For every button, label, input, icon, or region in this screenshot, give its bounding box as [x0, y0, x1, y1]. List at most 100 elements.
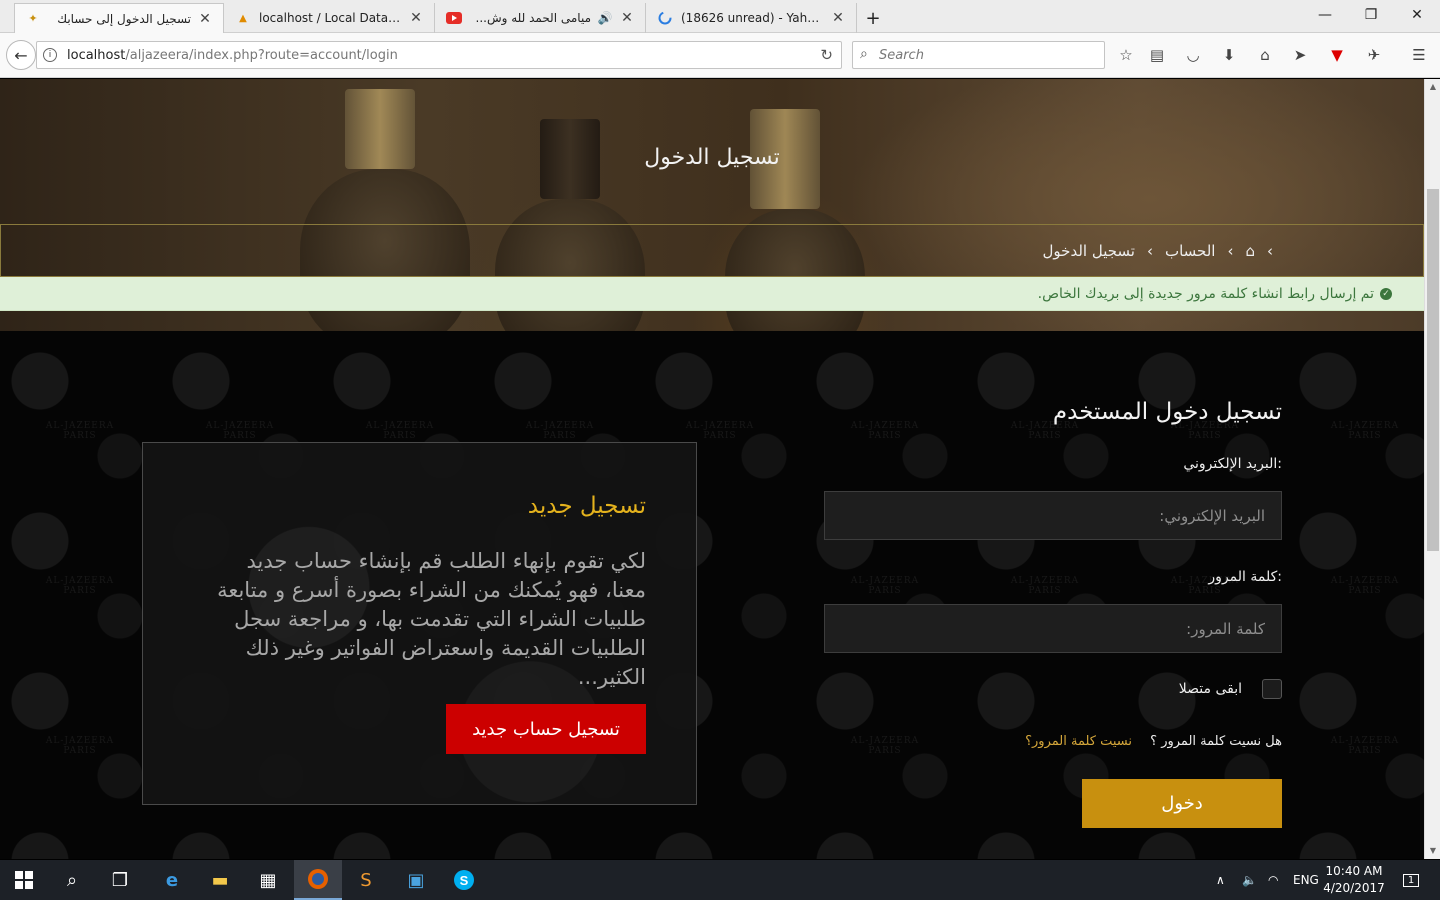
tab-label: localhost / Local Database...: [259, 11, 402, 25]
watermark-logo: AL-JAZEERA PARIS: [45, 576, 115, 596]
menu-icon[interactable]: ☰: [1409, 45, 1429, 65]
home-icon[interactable]: ⌂: [1245, 242, 1255, 260]
reload-icon[interactable]: ↻: [820, 46, 833, 64]
forgot-password-link[interactable]: نسيت كلمة المرور؟: [1025, 734, 1132, 749]
close-icon[interactable]: ✕: [619, 10, 635, 26]
wifi-icon[interactable]: ◠: [1268, 860, 1278, 900]
sublime-icon[interactable]: S: [342, 860, 390, 900]
windows-start-icon[interactable]: [0, 860, 48, 900]
register-button[interactable]: تسجيل حساب جديد: [446, 704, 646, 754]
new-tab-button[interactable]: +: [858, 3, 888, 33]
watermark-logo: AL-JAZEERA PARIS: [1330, 421, 1400, 441]
maximize-button[interactable]: ❐: [1348, 0, 1394, 30]
tab-youtube[interactable]: ميامى الحمد لله وش... 🔊 ✕: [436, 3, 646, 33]
chevron-up-icon[interactable]: ∧: [1216, 860, 1225, 900]
remember-me-label: ابقى متصلا: [1178, 681, 1242, 697]
tab-yahoo[interactable]: (18626 unread) - Yahoo - ... ✕: [647, 3, 857, 33]
page-title: تسجيل الدخول: [644, 145, 780, 170]
close-window-button[interactable]: ✕: [1394, 0, 1440, 30]
watermark-logo: AL-JAZEERA PARIS: [45, 736, 115, 756]
chevron-icon: ‹: [1227, 241, 1234, 260]
info-icon[interactable]: i: [43, 48, 57, 62]
tab-label: ميامى الحمد لله وش...: [475, 11, 592, 25]
tab-label: (18626 unread) - Yahoo - ...: [681, 11, 824, 25]
loading-icon: [657, 10, 673, 26]
watermark-logo: AL-JAZEERA PARIS: [1010, 576, 1080, 596]
register-title: تسجيل جديد: [527, 493, 646, 519]
speaker-icon[interactable]: 🔊: [597, 10, 613, 26]
watermark-logo: AL-JAZEERA PARIS: [525, 421, 595, 441]
task-view-icon[interactable]: ❐: [96, 860, 144, 900]
chevron-icon: ‹: [1267, 241, 1273, 260]
notification-icon[interactable]: 1: [1400, 860, 1422, 900]
alert-text: تم إرسال رابط انشاء كلمة مرور جديدة إلى …: [1037, 285, 1374, 302]
search-icon: ⌕: [860, 46, 868, 62]
app-icon[interactable]: ▣: [392, 860, 440, 900]
watermark-logo: AL-JAZEERA PARIS: [365, 421, 435, 441]
minimize-button[interactable]: —: [1302, 0, 1348, 30]
windows-taskbar: ⌕ ❐ e ▬ ▦ S ▣ S ∧ 🔈 ◠ ENG 10:40 AM 4/20/…: [0, 860, 1440, 900]
success-alert: ✓ تم إرسال رابط انشاء كلمة مرور جديدة إل…: [0, 277, 1424, 311]
close-icon[interactable]: ✕: [408, 10, 424, 26]
store-icon[interactable]: ▦: [244, 860, 292, 900]
password-label: كلمة المرور:: [1208, 569, 1282, 585]
forgot-password-question: هل نسيت كلمة المرور ؟: [1150, 734, 1282, 749]
scroll-up-icon[interactable]: ▲: [1425, 79, 1440, 95]
navigation-toolbar: ← i localhost/aljazeera/index.php?route=…: [0, 33, 1440, 78]
scrollbar-thumb[interactable]: [1427, 189, 1439, 551]
home-icon[interactable]: ⌂: [1255, 45, 1275, 65]
page-scrollbar[interactable]: ▲ ▼: [1424, 79, 1440, 859]
register-description: لكي تقوم بإنهاء الطلب قم بإنشاء حساب جدي…: [217, 549, 646, 689]
watermark-logo: AL-JAZEERA PARIS: [1330, 736, 1400, 756]
notification-count: 1: [1402, 873, 1420, 887]
edge-icon[interactable]: e: [148, 860, 196, 900]
register-panel: تسجيل جديد لكي تقوم بإنهاء الطلب قم بإنش…: [142, 442, 697, 805]
file-explorer-icon[interactable]: ▬: [196, 860, 244, 900]
web-page: تسجيل الدخول ‹ ⌂ ‹ الحساب ‹ تسجيل الدخول…: [0, 79, 1424, 859]
volume-icon[interactable]: 🔈: [1242, 860, 1257, 900]
phpmyadmin-icon: ▲: [239, 12, 247, 24]
watermark-logo: AL-JAZEERA PARIS: [850, 736, 920, 756]
language-indicator[interactable]: ENG: [1293, 860, 1319, 900]
scroll-down-icon[interactable]: ▼: [1425, 843, 1440, 859]
search-placeholder: Search: [879, 47, 924, 63]
search-icon[interactable]: ⌕: [48, 860, 96, 900]
search-input[interactable]: ⌕ Search: [852, 41, 1105, 69]
close-icon[interactable]: ✕: [830, 10, 846, 26]
email-field[interactable]: [824, 491, 1282, 540]
tab-phpmyadmin[interactable]: ▲ localhost / Local Database... ✕: [225, 3, 435, 33]
tab-label: تسجيل الدخول إلى حسابك: [57, 11, 191, 26]
extension-icon[interactable]: ✈: [1364, 45, 1384, 65]
back-arrow-icon: ←: [14, 45, 28, 65]
skype-icon[interactable]: S: [440, 860, 488, 900]
reader-icon[interactable]: ▤: [1147, 45, 1167, 65]
login-button[interactable]: دخول: [1082, 779, 1282, 828]
tab-bar: ✦ تسجيل الدخول إلى حسابك ✕ ▲ localhost /…: [0, 0, 1440, 33]
url-host: localhost: [67, 47, 126, 63]
back-button[interactable]: ←: [6, 40, 36, 70]
clock[interactable]: 10:40 AM 4/20/2017: [1318, 863, 1390, 897]
firefox-icon[interactable]: [294, 860, 342, 900]
shield-icon[interactable]: ▼: [1327, 45, 1347, 65]
watermark-logo: AL-JAZEERA PARIS: [1330, 576, 1400, 596]
send-icon[interactable]: ➤: [1290, 45, 1310, 65]
chevron-icon: ‹: [1146, 241, 1153, 260]
download-icon[interactable]: ⬇: [1219, 45, 1239, 65]
watermark-logo: AL-JAZEERA PARIS: [850, 576, 920, 596]
close-icon[interactable]: ✕: [197, 11, 213, 27]
pocket-icon[interactable]: ◡: [1183, 45, 1203, 65]
bookmark-star-icon[interactable]: ☆: [1116, 45, 1136, 65]
tab-login[interactable]: ✦ تسجيل الدخول إلى حسابك ✕: [14, 3, 224, 33]
watermark-logo: AL-JAZEERA PARIS: [205, 421, 275, 441]
date-text: 4/20/2017: [1323, 881, 1385, 895]
password-field[interactable]: [824, 604, 1282, 653]
email-label: البريد الإلكتروني:: [1183, 456, 1282, 472]
watermark-logo: AL-JAZEERA PARIS: [685, 421, 755, 441]
remember-me-checkbox[interactable]: [1262, 679, 1282, 699]
svg-text:S: S: [460, 873, 469, 888]
breadcrumb-account[interactable]: الحساب: [1165, 242, 1216, 260]
url-bar[interactable]: i localhost/aljazeera/index.php?route=ac…: [36, 41, 842, 69]
watermark-logo: AL-JAZEERA PARIS: [45, 421, 115, 441]
breadcrumb-login[interactable]: تسجيل الدخول: [1043, 242, 1135, 260]
star-favicon-icon: ✦: [28, 12, 38, 25]
